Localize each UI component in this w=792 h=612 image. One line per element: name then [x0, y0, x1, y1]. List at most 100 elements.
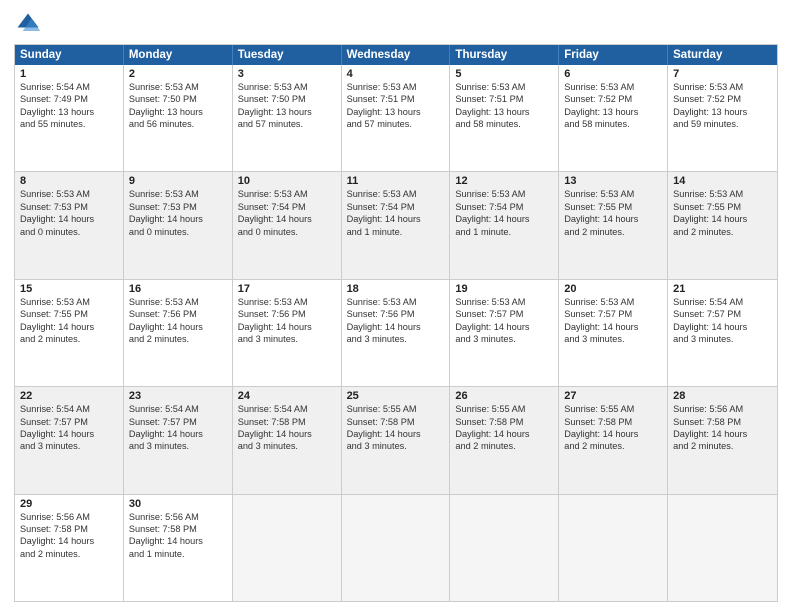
day-info-line: Daylight: 14 hours	[129, 321, 227, 333]
day-number: 12	[455, 175, 553, 187]
calendar-cell: 13Sunrise: 5:53 AMSunset: 7:55 PMDayligh…	[559, 172, 668, 278]
calendar-cell	[668, 495, 777, 601]
calendar-cell: 29Sunrise: 5:56 AMSunset: 7:58 PMDayligh…	[15, 495, 124, 601]
day-number: 4	[347, 68, 445, 80]
day-info-line: and 3 minutes.	[347, 440, 445, 452]
calendar-cell: 4Sunrise: 5:53 AMSunset: 7:51 PMDaylight…	[342, 65, 451, 171]
day-number: 13	[564, 175, 662, 187]
day-info-line: Daylight: 14 hours	[129, 428, 227, 440]
day-info-line: and 3 minutes.	[673, 333, 772, 345]
day-info-line: and 0 minutes.	[129, 226, 227, 238]
day-info-line: and 3 minutes.	[564, 333, 662, 345]
day-info-line: Sunset: 7:57 PM	[129, 416, 227, 428]
day-info-line: Sunset: 7:55 PM	[564, 201, 662, 213]
day-number: 19	[455, 283, 553, 295]
calendar-cell: 5Sunrise: 5:53 AMSunset: 7:51 PMDaylight…	[450, 65, 559, 171]
calendar-cell: 1Sunrise: 5:54 AMSunset: 7:49 PMDaylight…	[15, 65, 124, 171]
calendar-cell	[559, 495, 668, 601]
calendar-cell: 18Sunrise: 5:53 AMSunset: 7:56 PMDayligh…	[342, 280, 451, 386]
day-info-line: Sunrise: 5:54 AM	[20, 403, 118, 415]
day-info-line: Sunrise: 5:53 AM	[129, 81, 227, 93]
day-info-line: Sunset: 7:49 PM	[20, 93, 118, 105]
day-info-line: Sunset: 7:50 PM	[129, 93, 227, 105]
day-info-line: Daylight: 14 hours	[673, 213, 772, 225]
calendar-cell: 25Sunrise: 5:55 AMSunset: 7:58 PMDayligh…	[342, 387, 451, 493]
day-number: 15	[20, 283, 118, 295]
day-info-line: and 2 minutes.	[564, 440, 662, 452]
calendar-cell: 22Sunrise: 5:54 AMSunset: 7:57 PMDayligh…	[15, 387, 124, 493]
calendar-cell	[233, 495, 342, 601]
day-info-line: Sunrise: 5:53 AM	[238, 188, 336, 200]
day-info-line: Daylight: 13 hours	[238, 106, 336, 118]
day-info-line: Daylight: 13 hours	[673, 106, 772, 118]
day-info-line: Sunset: 7:54 PM	[455, 201, 553, 213]
day-info-line: Sunrise: 5:54 AM	[673, 296, 772, 308]
day-info-line: Sunset: 7:56 PM	[238, 308, 336, 320]
day-info-line: and 2 minutes.	[455, 440, 553, 452]
day-info-line: Daylight: 14 hours	[20, 535, 118, 547]
day-info-line: Daylight: 14 hours	[455, 213, 553, 225]
day-info-line: Sunset: 7:52 PM	[673, 93, 772, 105]
day-info-line: Sunset: 7:58 PM	[20, 523, 118, 535]
calendar-row-3: 15Sunrise: 5:53 AMSunset: 7:55 PMDayligh…	[15, 280, 777, 387]
day-number: 5	[455, 68, 553, 80]
day-number: 8	[20, 175, 118, 187]
day-info-line: and 2 minutes.	[564, 226, 662, 238]
calendar-row-2: 8Sunrise: 5:53 AMSunset: 7:53 PMDaylight…	[15, 172, 777, 279]
calendar-row-4: 22Sunrise: 5:54 AMSunset: 7:57 PMDayligh…	[15, 387, 777, 494]
day-number: 7	[673, 68, 772, 80]
day-info-line: Daylight: 14 hours	[673, 428, 772, 440]
day-info-line: Sunrise: 5:53 AM	[238, 296, 336, 308]
calendar-cell: 24Sunrise: 5:54 AMSunset: 7:58 PMDayligh…	[233, 387, 342, 493]
day-info-line: and 2 minutes.	[129, 333, 227, 345]
day-number: 2	[129, 68, 227, 80]
calendar-cell: 3Sunrise: 5:53 AMSunset: 7:50 PMDaylight…	[233, 65, 342, 171]
day-info-line: Sunrise: 5:53 AM	[129, 188, 227, 200]
calendar-cell: 9Sunrise: 5:53 AMSunset: 7:53 PMDaylight…	[124, 172, 233, 278]
day-info-line: and 3 minutes.	[129, 440, 227, 452]
day-info-line: and 0 minutes.	[20, 226, 118, 238]
day-info-line: Daylight: 14 hours	[238, 321, 336, 333]
day-number: 6	[564, 68, 662, 80]
day-info-line: and 55 minutes.	[20, 118, 118, 130]
calendar-cell: 21Sunrise: 5:54 AMSunset: 7:57 PMDayligh…	[668, 280, 777, 386]
day-info-line: Sunrise: 5:56 AM	[20, 511, 118, 523]
day-info-line: Sunset: 7:50 PM	[238, 93, 336, 105]
day-number: 16	[129, 283, 227, 295]
day-info-line: Sunset: 7:51 PM	[455, 93, 553, 105]
day-info-line: and 0 minutes.	[238, 226, 336, 238]
calendar-cell: 2Sunrise: 5:53 AMSunset: 7:50 PMDaylight…	[124, 65, 233, 171]
calendar-row-1: 1Sunrise: 5:54 AMSunset: 7:49 PMDaylight…	[15, 65, 777, 172]
day-info-line: Daylight: 14 hours	[564, 321, 662, 333]
calendar-cell: 28Sunrise: 5:56 AMSunset: 7:58 PMDayligh…	[668, 387, 777, 493]
day-info-line: Daylight: 14 hours	[347, 428, 445, 440]
day-number: 14	[673, 175, 772, 187]
day-info-line: and 2 minutes.	[20, 548, 118, 560]
day-number: 11	[347, 175, 445, 187]
day-number: 23	[129, 390, 227, 402]
page: SundayMondayTuesdayWednesdayThursdayFrid…	[0, 0, 792, 612]
day-number: 26	[455, 390, 553, 402]
day-info-line: Daylight: 13 hours	[20, 106, 118, 118]
day-info-line: Sunrise: 5:55 AM	[347, 403, 445, 415]
calendar-cell: 14Sunrise: 5:53 AMSunset: 7:55 PMDayligh…	[668, 172, 777, 278]
day-info-line: and 3 minutes.	[455, 333, 553, 345]
day-info-line: Sunrise: 5:54 AM	[20, 81, 118, 93]
day-info-line: Daylight: 13 hours	[564, 106, 662, 118]
day-info-line: Sunset: 7:51 PM	[347, 93, 445, 105]
day-number: 21	[673, 283, 772, 295]
day-info-line: Daylight: 14 hours	[20, 428, 118, 440]
calendar-cell: 12Sunrise: 5:53 AMSunset: 7:54 PMDayligh…	[450, 172, 559, 278]
calendar-cell	[450, 495, 559, 601]
day-info-line: Sunrise: 5:53 AM	[455, 81, 553, 93]
day-info-line: and 2 minutes.	[673, 226, 772, 238]
calendar-cell: 17Sunrise: 5:53 AMSunset: 7:56 PMDayligh…	[233, 280, 342, 386]
day-info-line: Daylight: 14 hours	[129, 213, 227, 225]
day-info-line: and 3 minutes.	[347, 333, 445, 345]
day-number: 22	[20, 390, 118, 402]
day-info-line: and 58 minutes.	[455, 118, 553, 130]
day-info-line: Sunset: 7:58 PM	[238, 416, 336, 428]
day-info-line: Sunset: 7:56 PM	[129, 308, 227, 320]
day-info-line: and 3 minutes.	[20, 440, 118, 452]
header-cell-friday: Friday	[559, 45, 668, 65]
